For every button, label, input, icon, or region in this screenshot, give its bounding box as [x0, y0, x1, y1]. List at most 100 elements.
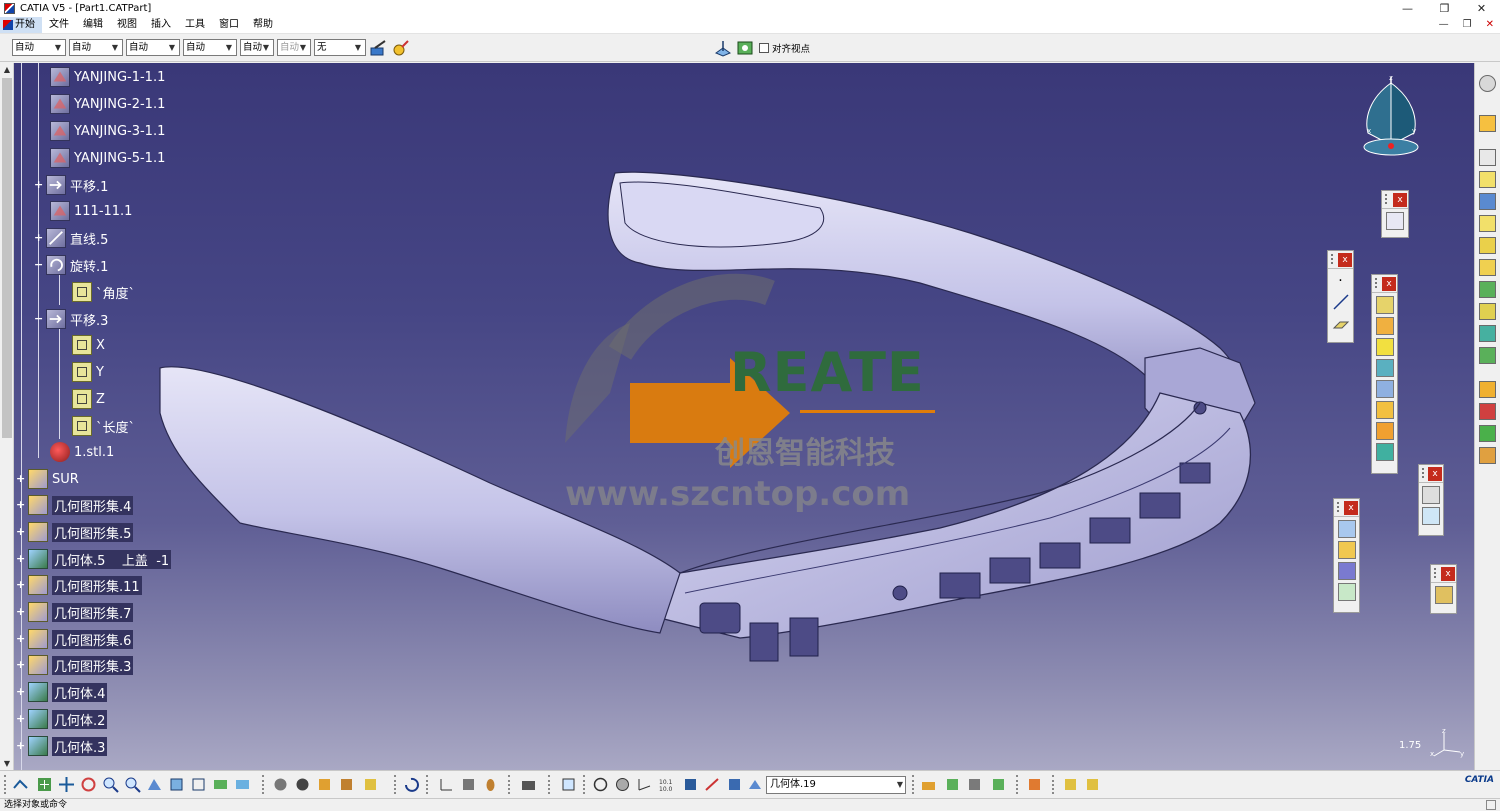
- rotate-view-icon[interactable]: [80, 776, 97, 793]
- transparency-combo[interactable]: 自动 ▼: [69, 39, 123, 56]
- scroll-up-arrow-icon[interactable]: ▲: [0, 63, 14, 76]
- measure-icon[interactable]: [1422, 486, 1440, 504]
- knowledge-icon[interactable]: [1084, 776, 1101, 793]
- measure-item-icon[interactable]: [338, 776, 355, 793]
- normal-view-icon[interactable]: [146, 776, 163, 793]
- expand-plus-icon[interactable]: +: [16, 659, 25, 670]
- expand-plus-icon[interactable]: +: [34, 232, 43, 243]
- tree-node-111-11[interactable]: 111-11.1: [50, 200, 132, 222]
- close-icon[interactable]: x: [1428, 467, 1442, 481]
- point-symbol-combo[interactable]: 自动 ▼: [240, 39, 274, 56]
- edges-icon[interactable]: [944, 776, 961, 793]
- shaft-icon[interactable]: [1479, 237, 1496, 254]
- offset-surface-icon[interactable]: [1375, 359, 1394, 377]
- positioned-sketch-icon[interactable]: [1479, 171, 1496, 188]
- axis-transform-icon[interactable]: [704, 776, 721, 793]
- close-icon[interactable]: x: [1441, 567, 1455, 581]
- tree-node-sur[interactable]: + SUR: [16, 468, 79, 490]
- cylinder-icon[interactable]: [482, 776, 499, 793]
- body-create-icon[interactable]: [460, 776, 477, 793]
- close-icon[interactable]: x: [1393, 193, 1407, 207]
- globe-icon[interactable]: [614, 776, 631, 793]
- fly-mode-icon[interactable]: [12, 776, 29, 793]
- tree-node-body-2[interactable]: + 几何体.2: [16, 708, 108, 730]
- select-arrow-icon[interactable]: [1479, 115, 1496, 132]
- layer-combo[interactable]: 无 ▼: [314, 39, 366, 56]
- collapse-minus-icon[interactable]: −: [34, 259, 43, 270]
- close-icon[interactable]: x: [1344, 501, 1358, 515]
- sweep-icon[interactable]: [1375, 380, 1394, 398]
- tree-node-length-param[interactable]: `长度`: [72, 415, 135, 437]
- fill-icon[interactable]: [1375, 401, 1394, 419]
- hole-icon[interactable]: [1479, 281, 1496, 298]
- material-icon[interactable]: [990, 776, 1007, 793]
- tree-node-translate-3[interactable]: − 平移.3: [34, 308, 108, 330]
- floating-toolbar-thickness[interactable]: x: [1430, 564, 1457, 614]
- list-icon[interactable]: [726, 776, 743, 793]
- tree-node-yanjing-5[interactable]: YANJING-5-1.1: [50, 147, 165, 169]
- pad-icon[interactable]: [1479, 193, 1496, 210]
- expand-plus-icon[interactable]: +: [16, 473, 25, 484]
- rib-icon[interactable]: [1479, 303, 1496, 320]
- fillet-icon[interactable]: [1479, 381, 1496, 398]
- doc-close-button[interactable]: ✕: [1486, 17, 1494, 33]
- extrude-surface-icon[interactable]: [1375, 296, 1394, 314]
- camera-icon[interactable]: [520, 776, 537, 793]
- blend-icon[interactable]: [1375, 443, 1394, 461]
- point-icon[interactable]: ·: [1332, 272, 1350, 290]
- draft-icon[interactable]: [1479, 425, 1496, 442]
- menu-view[interactable]: 视图: [110, 17, 144, 33]
- sketch-tool-icon[interactable]: [1479, 149, 1496, 166]
- expand-plus-icon[interactable]: +: [16, 579, 25, 590]
- menu-window[interactable]: 窗口: [212, 17, 246, 33]
- inertia-icon[interactable]: [1422, 507, 1440, 525]
- tree-node-geo-set-3[interactable]: + 几何图形集.3: [16, 654, 134, 676]
- slot-icon[interactable]: [1479, 325, 1496, 342]
- iso-view-icon[interactable]: [168, 776, 185, 793]
- sphere-surface-icon[interactable]: [1375, 338, 1394, 356]
- line-thickness-combo[interactable]: 自动 ▼: [126, 39, 180, 56]
- menu-file[interactable]: 文件: [42, 17, 76, 33]
- maximize-button[interactable]: ❐: [1426, 0, 1463, 17]
- tree-node-yanjing-1[interactable]: YANJING-1-1.1: [50, 66, 165, 88]
- scan-icon[interactable]: [682, 776, 699, 793]
- format-painter-icon[interactable]: [370, 39, 388, 57]
- swap-space-icon[interactable]: [234, 776, 251, 793]
- rotate-3d-icon[interactable]: [592, 776, 609, 793]
- apply-material-icon[interactable]: [1026, 776, 1043, 793]
- floating-toolbar-wireframe[interactable]: x ·: [1327, 250, 1354, 343]
- menu-insert[interactable]: 插入: [144, 17, 178, 33]
- expand-plus-icon[interactable]: +: [16, 606, 25, 617]
- close-icon[interactable]: x: [1382, 277, 1396, 291]
- boundary-icon[interactable]: [1337, 583, 1356, 601]
- floating-toolbar-analysis[interactable]: x: [1418, 464, 1444, 536]
- tree-node-y-param[interactable]: Y: [72, 361, 104, 383]
- binary-code-icon[interactable]: 10.110.0: [658, 776, 675, 793]
- measure-between-icon[interactable]: [316, 776, 333, 793]
- settings-gear-icon[interactable]: [1479, 75, 1496, 92]
- line-tool-icon[interactable]: [1332, 293, 1350, 311]
- fill-color-combo[interactable]: 自动 ▼: [12, 39, 66, 56]
- hidden-edges-icon[interactable]: [966, 776, 983, 793]
- multi-section-icon[interactable]: [1479, 347, 1496, 364]
- tree-node-x-param[interactable]: X: [72, 334, 105, 356]
- graphic-properties-wizard-icon[interactable]: [392, 39, 410, 57]
- settings-icon[interactable]: [294, 776, 311, 793]
- datum-icon[interactable]: [560, 776, 577, 793]
- pan-icon[interactable]: [58, 776, 75, 793]
- menu-tools[interactable]: 工具: [178, 17, 212, 33]
- current-body-combo[interactable]: 几何体.19 ▼: [766, 776, 906, 794]
- tree-node-stl-1[interactable]: 1.stl.1: [50, 441, 114, 463]
- join-icon[interactable]: [1337, 520, 1356, 538]
- loft-icon[interactable]: [1375, 422, 1394, 440]
- shell-icon[interactable]: [1479, 447, 1496, 464]
- resize-grip-icon[interactable]: [1486, 800, 1496, 810]
- tree-node-translate-1[interactable]: + 平移.1: [34, 174, 108, 196]
- zoom-out-icon[interactable]: [124, 776, 141, 793]
- expand-plus-icon[interactable]: +: [16, 526, 25, 537]
- tree-node-geo-set-7[interactable]: + 几何图形集.7: [16, 601, 134, 623]
- expand-plus-icon[interactable]: +: [16, 633, 25, 644]
- sketch-icon[interactable]: [1386, 212, 1404, 230]
- catalog-icon[interactable]: [1062, 776, 1079, 793]
- plane-icon[interactable]: [1332, 314, 1350, 332]
